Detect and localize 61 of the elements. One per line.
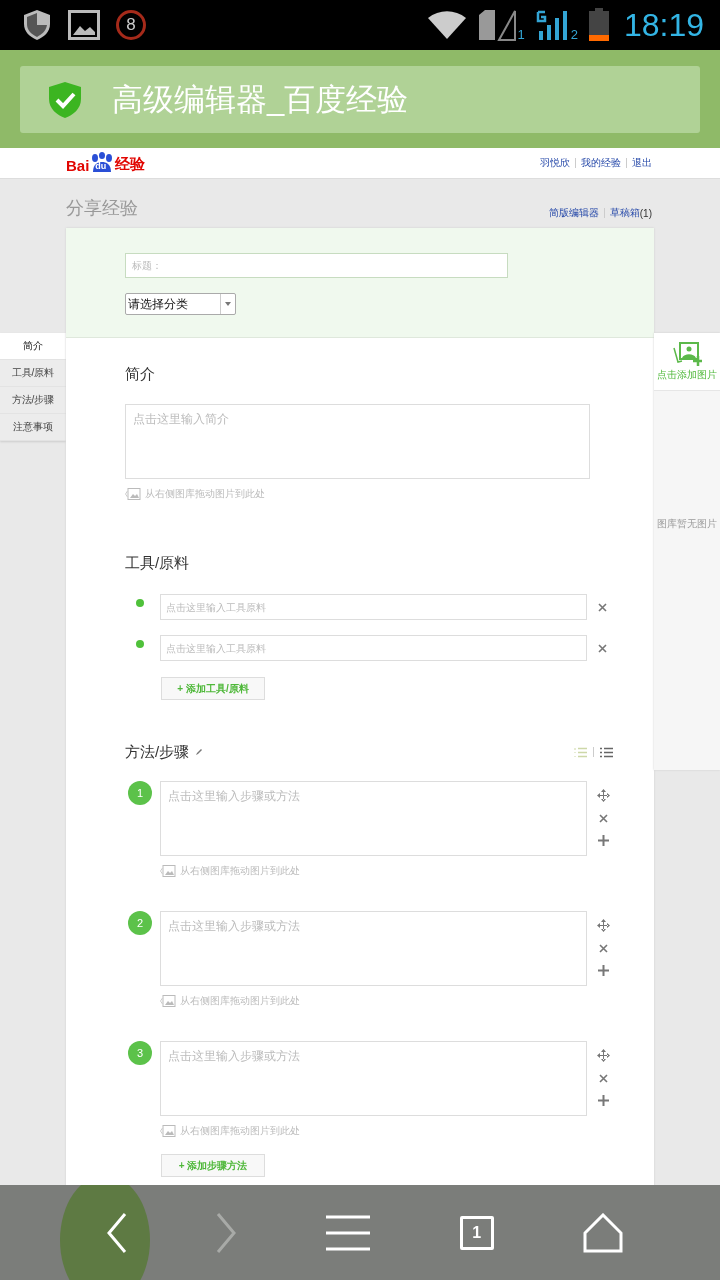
shield-check-icon	[48, 80, 82, 119]
sim-number: 1	[517, 28, 525, 41]
close-icon[interactable]	[599, 814, 608, 823]
page-heading: 分享经验	[66, 197, 138, 220]
intro-field[interactable]: 点击这里输入简介	[125, 404, 590, 479]
home-icon[interactable]	[583, 1212, 624, 1253]
pencil-icon[interactable]	[195, 748, 204, 756]
section-heading: 工具/原料	[125, 554, 190, 572]
category-dropdown[interactable]: 请选择分类	[125, 293, 236, 315]
shield-icon	[22, 9, 52, 41]
close-icon[interactable]	[598, 602, 607, 612]
wifi-icon	[427, 10, 468, 40]
header-link[interactable]: 退出	[632, 156, 652, 170]
caret-icon	[225, 302, 231, 306]
step-field[interactable]: 点击这里输入步骤或方法	[160, 1041, 587, 1116]
header-link[interactable]: 羽悦欣	[540, 156, 570, 170]
section-tab[interactable]: 注意事项	[0, 414, 66, 441]
battery-icon	[587, 8, 610, 42]
close-icon[interactable]	[599, 944, 608, 953]
section-tab[interactable]: 简介	[0, 333, 66, 360]
move-icon[interactable]	[597, 1049, 610, 1062]
header-link[interactable]: 我的经验	[581, 156, 621, 170]
step-field[interactable]: 点击这里输入步骤或方法	[160, 781, 587, 856]
image-icon	[160, 1125, 176, 1137]
bullet-list-icon[interactable]	[600, 746, 613, 758]
title-field[interactable]: 标题：	[125, 253, 508, 278]
site-logo[interactable]: Bai du 经验	[66, 152, 146, 174]
step-number: 3	[128, 1041, 152, 1065]
section-heading: 方法/步骤	[125, 743, 190, 761]
step-number: 2	[128, 911, 152, 935]
drafts-link[interactable]: 草稿箱	[609, 206, 640, 220]
move-icon[interactable]	[597, 789, 610, 802]
bullet-dot	[136, 640, 144, 648]
simple-editor-link[interactable]: 简版编辑器	[548, 206, 599, 220]
notification-badge: 8	[116, 10, 146, 40]
move-icon[interactable]	[597, 919, 610, 932]
section-tab[interactable]: 工具/原料	[0, 360, 66, 387]
bullet-dot	[136, 599, 144, 607]
close-icon[interactable]	[599, 1074, 608, 1083]
section-tab[interactable]: 方法/步骤	[0, 387, 66, 414]
plus-icon[interactable]	[598, 1095, 609, 1106]
close-icon[interactable]	[598, 643, 607, 653]
step-number: 1	[128, 781, 152, 805]
add-picture-icon	[672, 341, 702, 366]
plus-icon[interactable]	[598, 835, 609, 846]
gallery-empty-text: 图库暂无图片	[656, 517, 718, 531]
image-icon	[125, 488, 141, 500]
tabs-button[interactable]: 1	[459, 1215, 494, 1250]
image-icon	[160, 865, 176, 877]
drafts-count: (1)	[639, 207, 652, 219]
page-title: 高级编辑器_百度经验	[112, 80, 409, 119]
plus-icon[interactable]	[598, 965, 609, 976]
image-icon	[160, 995, 176, 1007]
section-heading: 简介	[125, 365, 155, 383]
sim-number: 2	[570, 28, 578, 41]
menu-icon[interactable]	[326, 1214, 370, 1251]
sim-signal-icon	[477, 9, 518, 41]
image-icon	[68, 10, 100, 40]
step-field[interactable]: 点击这里输入步骤或方法	[160, 911, 587, 986]
back-icon[interactable]	[106, 1212, 127, 1253]
clock: 18:19	[623, 6, 704, 44]
